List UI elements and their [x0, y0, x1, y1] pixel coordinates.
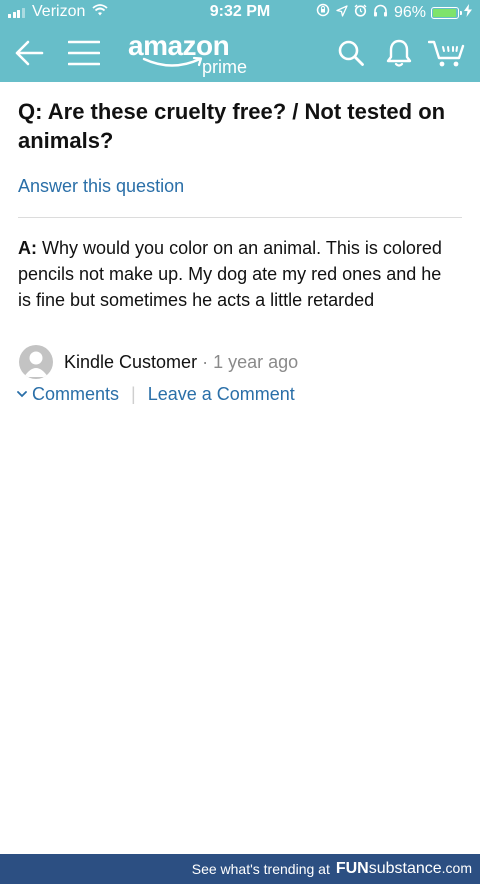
brand-bold: FUN — [335, 860, 369, 877]
question-title: Q: Are these cruelty free? / Not tested … — [18, 97, 458, 155]
trending-banner: See what's trending at FUNsubstance.com — [0, 854, 480, 884]
chevron-down-icon — [17, 390, 27, 398]
author-name[interactable]: Kindle Customer — [64, 352, 197, 373]
cart-icon[interactable] — [428, 34, 466, 72]
search-icon[interactable] — [332, 34, 370, 72]
location-arrow-icon — [336, 4, 348, 22]
app-header: Verizon 9:32 PM 96% amazon prime — [0, 0, 480, 82]
brand-rest: substance — [368, 860, 442, 877]
status-bar: Verizon 9:32 PM 96% — [0, 0, 480, 26]
author-separator: · — [202, 351, 209, 372]
question-text: Are these cruelty free? / Not tested on … — [18, 99, 446, 153]
bell-icon[interactable] — [380, 34, 418, 72]
leave-comment-link[interactable]: Leave a Comment — [148, 384, 295, 405]
avatar — [19, 345, 53, 379]
comments-label: Comments — [32, 383, 120, 404]
status-right: 96% — [316, 3, 472, 22]
alarm-icon — [354, 4, 367, 22]
comments-row: Comments | Leave a Comment — [17, 382, 295, 406]
comments-toggle[interactable]: Comments — [17, 384, 119, 405]
default-user-icon — [24, 351, 48, 377]
answer-body: A: Why would you color on an animal. Thi… — [18, 235, 458, 313]
banner-brand: FUNsubstance.com — [336, 860, 472, 878]
amazon-prime-logo[interactable]: amazon prime — [128, 30, 258, 78]
logo-smile-icon — [142, 56, 203, 67]
answer-prefix: A: — [18, 238, 37, 258]
battery-fill — [433, 8, 456, 17]
back-arrow-icon[interactable] — [10, 34, 48, 72]
banner-tagline: See what's trending at — [191, 861, 330, 877]
answer-this-question-link[interactable]: Answer this question — [18, 176, 184, 197]
answer-text: Why would you color on an animal. This i… — [18, 238, 442, 310]
rotation-lock-icon — [316, 3, 330, 22]
answer-author-row: Kindle Customer · 1 year ago — [19, 345, 298, 379]
logo-prime: prime — [202, 57, 248, 77]
link-divider: | — [131, 383, 136, 404]
brand-domain: .com — [441, 860, 472, 876]
hamburger-menu-icon[interactable] — [65, 34, 103, 72]
battery-percent: 96% — [393, 3, 426, 21]
divider — [18, 217, 462, 218]
nav-bar: amazon prime — [0, 26, 480, 82]
headphones-icon — [373, 4, 388, 22]
charging-bolt-icon — [464, 3, 472, 22]
question-prefix: Q: — [18, 99, 43, 124]
battery-icon — [431, 6, 462, 19]
answer-timestamp: 1 year ago — [213, 351, 299, 372]
